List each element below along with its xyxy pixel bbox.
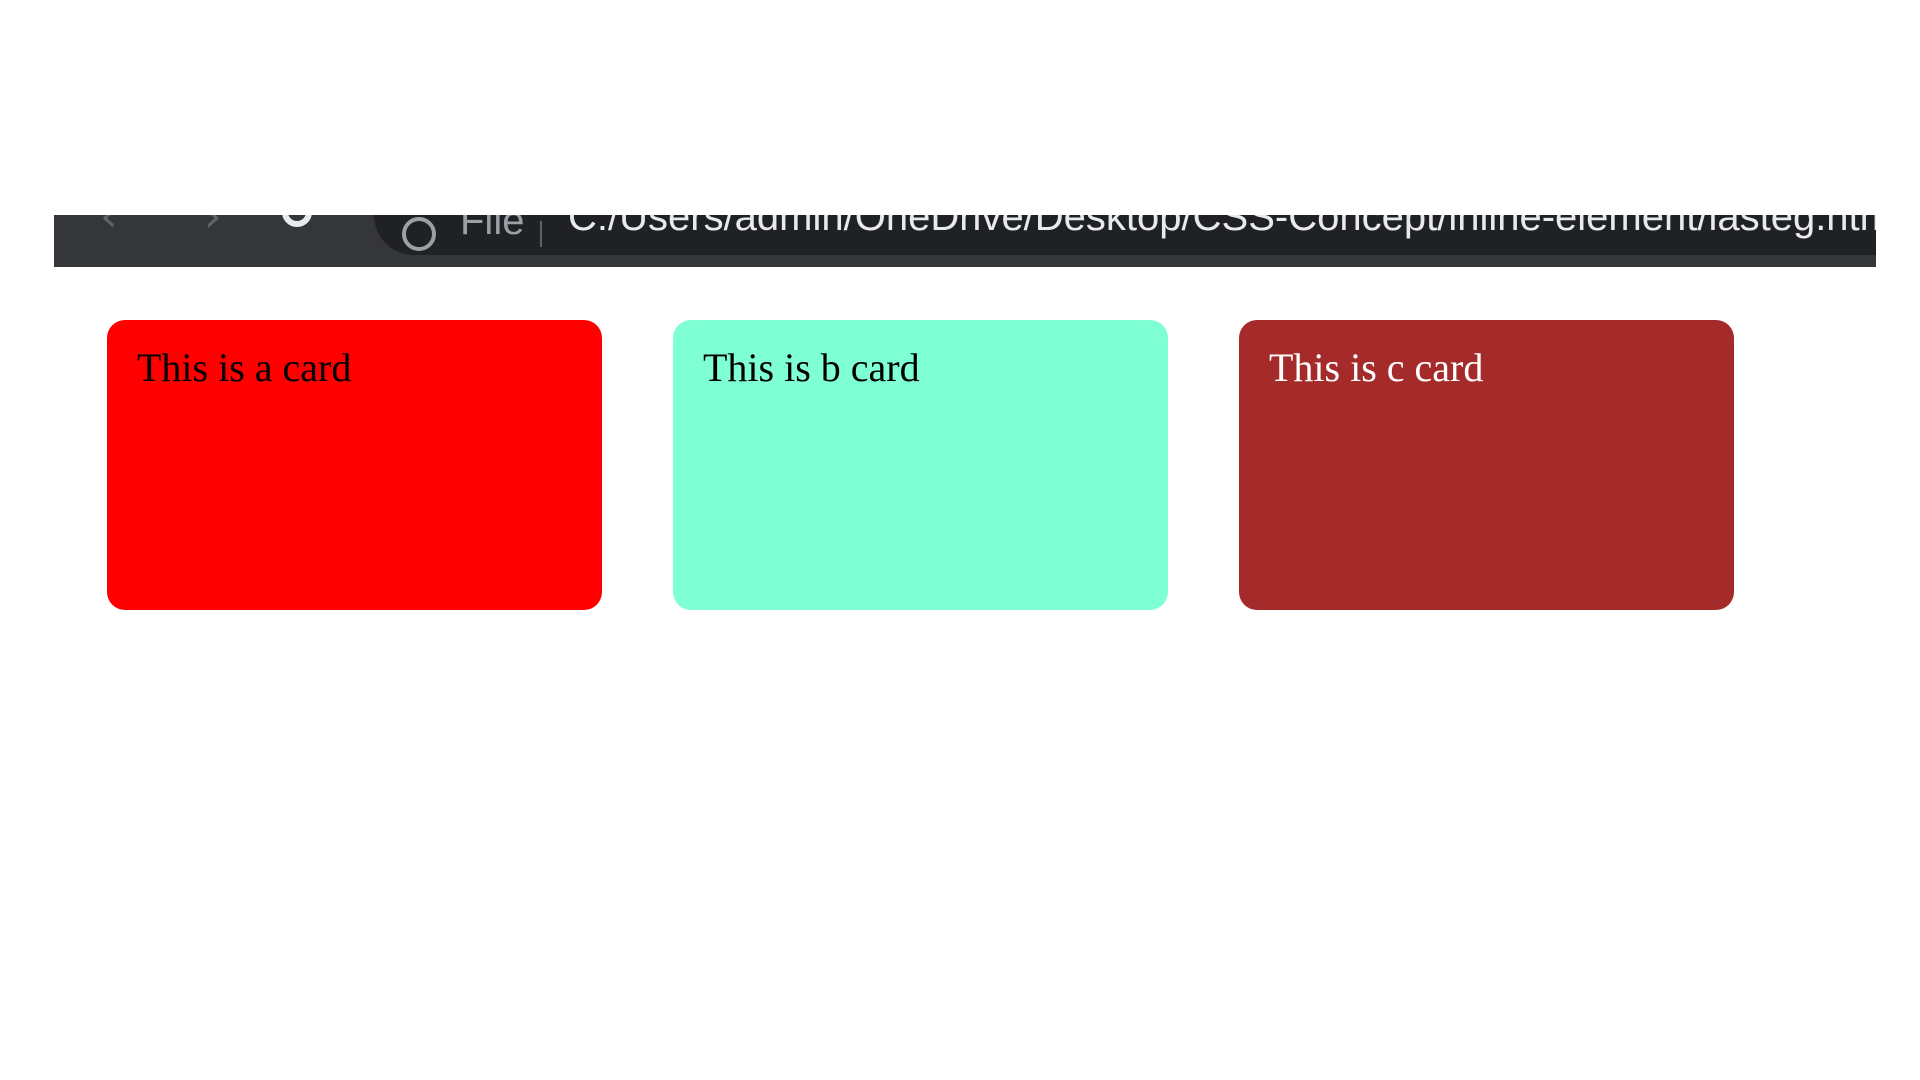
address-bar-divider (540, 221, 542, 247)
scheme-label: File (460, 215, 525, 243)
back-arrow-icon[interactable]: ‹ (100, 215, 118, 239)
card-b: This is b card (673, 320, 1168, 610)
card-b-label: This is b card (703, 345, 920, 390)
forward-arrow-icon[interactable]: › (204, 215, 222, 239)
card-c: This is c card (1239, 320, 1734, 610)
card-c-label: This is c card (1269, 345, 1484, 390)
info-icon[interactable] (402, 217, 436, 251)
browser-toolbar: ‹ › File C:/Users/admin/OneDrive/Desktop… (54, 215, 1876, 267)
address-bar[interactable]: File C:/Users/admin/OneDrive/Desktop/CSS… (374, 215, 1876, 255)
card-a: This is a card (107, 320, 602, 610)
card-a-label: This is a card (137, 345, 352, 390)
url-text[interactable]: C:/Users/admin/OneDrive/Desktop/CSS-Conc… (568, 215, 1876, 239)
reload-icon[interactable] (282, 215, 312, 227)
